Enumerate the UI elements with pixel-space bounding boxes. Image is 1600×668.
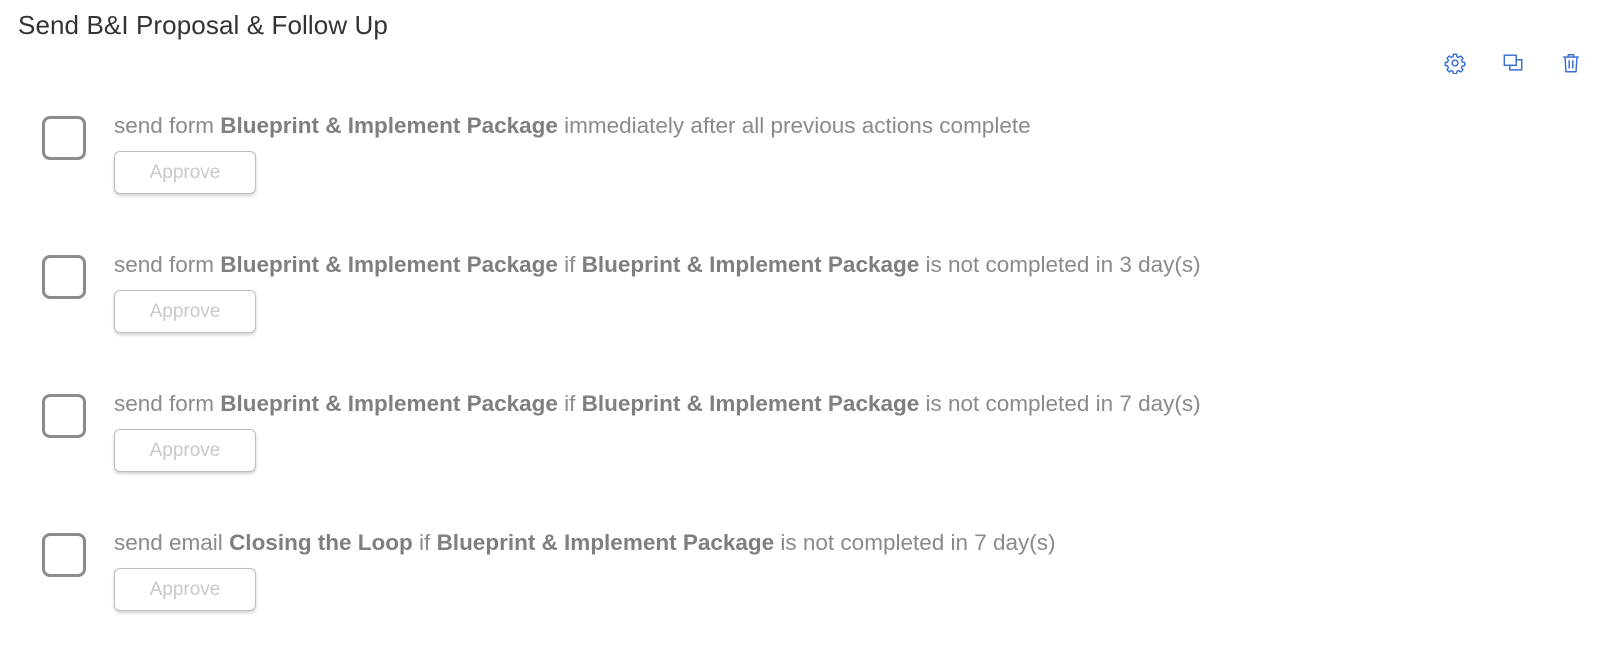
action-target-name: Closing the Loop [229,530,413,555]
gear-icon [1444,53,1466,74]
duplicate-icon [1503,54,1523,71]
action-text-segment: send form [114,252,221,277]
action-text-segment: is not completed in 7 day(s) [919,391,1201,416]
approve-button[interactable]: Approve [114,151,256,194]
approve-button[interactable]: Approve [114,429,256,472]
action-description: send form Blueprint & Implement Package … [114,251,1201,279]
action-checkbox[interactable] [42,255,86,299]
action-checkbox[interactable] [42,394,86,438]
action-list: send form Blueprint & Implement Package … [42,112,1580,668]
action-text-segment: immediately after all previous actions c… [557,113,1031,138]
trash-icon [1563,54,1579,73]
action-text-segment: if [557,391,582,416]
action-target-name: Blueprint & Implement Package [220,113,558,138]
action-target-name: Blueprint & Implement Package [581,391,920,416]
action-text-segment: if [557,252,582,277]
duplicate-button[interactable] [1500,50,1526,76]
delete-button[interactable] [1558,50,1584,76]
approve-button[interactable]: Approve [114,290,256,333]
action-row: send form Blueprint & Implement Package … [42,112,1580,251]
action-target-name: Blueprint & Implement Package [220,252,558,277]
action-target-name: Blueprint & Implement Package [220,391,558,416]
action-description: send form Blueprint & Implement Package … [114,112,1031,140]
action-row: send email Closing the Loop if Blueprint… [42,529,1580,668]
action-description: send form Blueprint & Implement Package … [114,390,1201,418]
action-checkbox[interactable] [42,533,86,577]
action-row: send form Blueprint & Implement Package … [42,251,1580,390]
action-text-segment: is not completed in 3 day(s) [919,252,1201,277]
approve-button[interactable]: Approve [114,568,256,611]
action-text-segment: is not completed in 7 day(s) [774,530,1056,555]
action-text-segment: send form [114,391,221,416]
action-text-segment: if [412,530,437,555]
action-text-segment: send email [114,530,230,555]
action-checkbox[interactable] [42,116,86,160]
page-title: Send B&I Proposal & Follow Up [18,10,388,40]
toolbar [1442,50,1584,76]
action-target-name: Blueprint & Implement Package [436,530,775,555]
action-text-segment: send form [114,113,221,138]
action-row: send form Blueprint & Implement Package … [42,390,1580,529]
settings-button[interactable] [1442,50,1468,76]
action-description: send email Closing the Loop if Blueprint… [114,529,1056,557]
action-target-name: Blueprint & Implement Package [581,252,920,277]
